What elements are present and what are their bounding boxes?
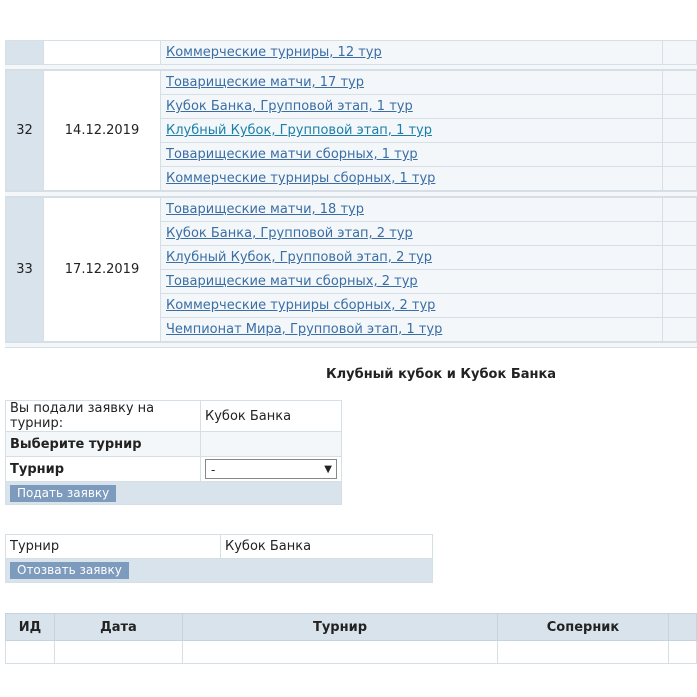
tour-link[interactable]: Коммерческие турниры сборных, 2 тур bbox=[166, 298, 435, 313]
table-row bbox=[5, 640, 697, 664]
tour-link[interactable]: Товарищеские матчи сборных, 1 тур bbox=[166, 147, 418, 162]
tour-link[interactable]: Товарищеские матчи сборных, 2 тур bbox=[166, 274, 418, 289]
tournament-select[interactable]: - ▼ bbox=[205, 459, 337, 479]
applied-label: Вы подали заявку на турнир: bbox=[5, 400, 201, 432]
round-date: 17.12.2019 bbox=[43, 197, 161, 342]
chevron-down-icon: ▼ bbox=[324, 464, 332, 475]
round-date-cell bbox=[43, 40, 161, 65]
tour-link[interactable]: Кубок Банка, Групповой этап, 1 тур bbox=[166, 99, 413, 114]
withdraw-tournament-value: Кубок Банка bbox=[220, 534, 433, 559]
schedule-row: Коммерческие турниры, 12 тур bbox=[5, 40, 697, 65]
column-header-id[interactable]: ИД bbox=[5, 613, 55, 641]
tour-cell: Коммерческие турниры, 12 тур bbox=[160, 40, 663, 65]
games-table-header: ИД Дата Турнир Соперник bbox=[5, 613, 697, 641]
round-date: 14.12.2019 bbox=[43, 70, 161, 191]
withdraw-form: Турнир Кубок Банка Отозвать заявку bbox=[5, 534, 433, 583]
tour-link[interactable]: Клубный Кубок, Групповой этап, 1 тур bbox=[166, 123, 432, 138]
tournament-label: Турнир bbox=[5, 456, 201, 482]
section-title: Клубный кубок и Кубок Банка bbox=[326, 367, 557, 382]
schedule-round-32: 32 14.12.2019 Товарищеские матчи, 17 тур… bbox=[5, 70, 697, 191]
round-number: 33 bbox=[5, 197, 44, 342]
tour-link[interactable]: Чемпионат Мира, Групповой этап, 1 тур bbox=[166, 322, 442, 337]
withdraw-application-button[interactable]: Отозвать заявку bbox=[10, 562, 129, 579]
schedule-table-top: Коммерческие турниры, 12 тур bbox=[5, 40, 697, 65]
column-header-tournament[interactable]: Турнир bbox=[182, 613, 498, 641]
tour-link[interactable]: Товарищеские матчи, 17 тур bbox=[166, 75, 364, 90]
column-header-date[interactable]: Дата bbox=[54, 613, 183, 641]
round-separator bbox=[5, 342, 697, 348]
tour-link[interactable]: Клубный Кубок, Групповой этап, 2 тур bbox=[166, 250, 432, 265]
tournament-select-value: - bbox=[211, 463, 216, 477]
round-number-cell bbox=[5, 40, 44, 65]
column-header-opponent[interactable]: Соперник bbox=[497, 613, 669, 641]
games-table: ИД Дата Турнир Соперник bbox=[5, 613, 697, 664]
tour-link[interactable]: Коммерческие турниры сборных, 1 тур bbox=[166, 171, 435, 186]
tour-link[interactable]: Товарищеские матчи, 18 тур bbox=[166, 202, 364, 217]
schedule-round-33: 33 17.12.2019 Товарищеские матчи, 18 тур… bbox=[5, 197, 697, 342]
submit-application-button[interactable]: Подать заявку bbox=[10, 484, 117, 502]
applied-value: Кубок Банка bbox=[200, 400, 342, 432]
choose-tournament-label: Выберите турнир bbox=[5, 431, 201, 457]
tour-link[interactable]: Коммерческие турниры, 12 тур bbox=[166, 45, 382, 60]
tour-link[interactable]: Кубок Банка, Групповой этап, 2 тур bbox=[166, 226, 413, 241]
withdraw-tournament-label: Турнир bbox=[5, 534, 221, 559]
round-number: 32 bbox=[5, 70, 44, 191]
apply-form: Вы подали заявку на турнир: Кубок Банка … bbox=[5, 400, 342, 505]
